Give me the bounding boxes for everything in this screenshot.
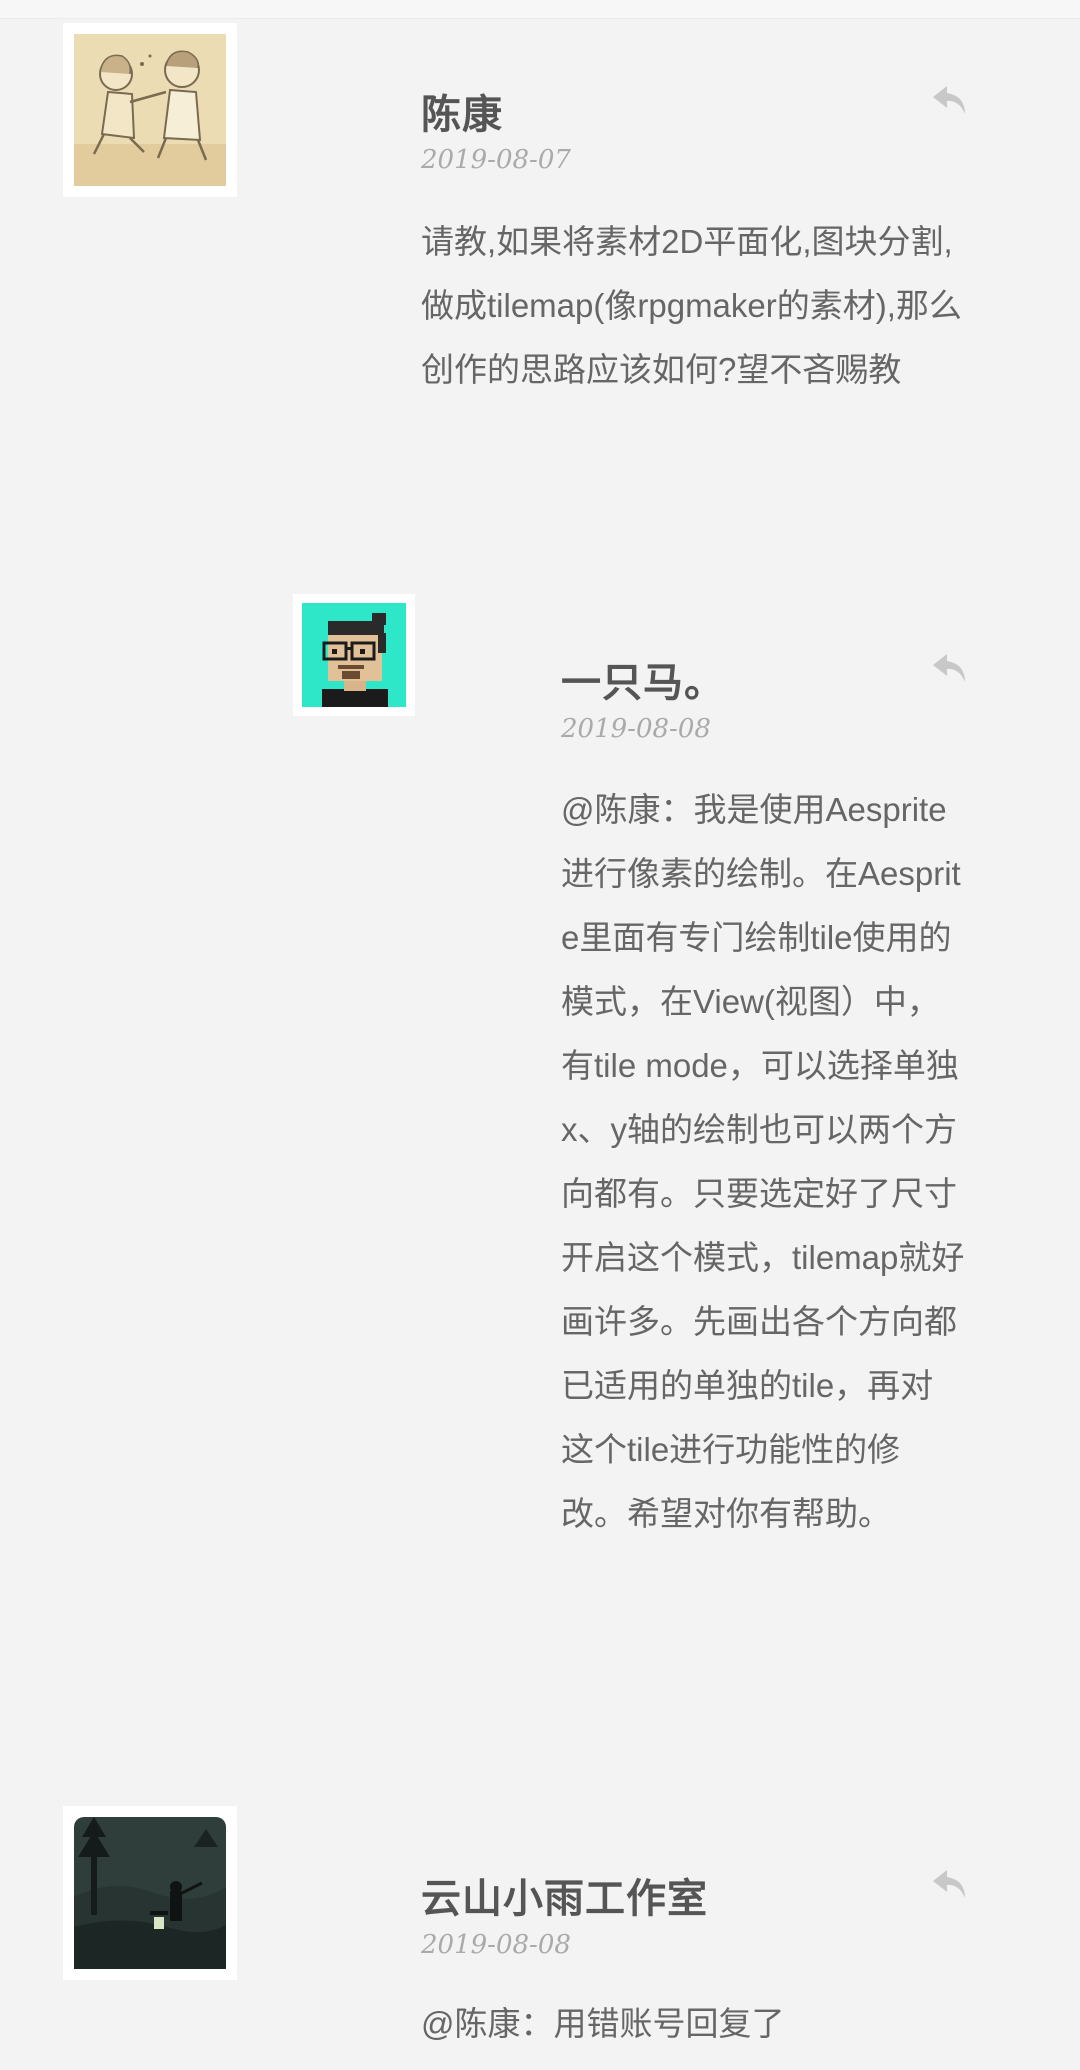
comment-item: 一只马。 2019-08-08 @陈康：我是使用Aesprite进行像素的绘制。… (0, 580, 1080, 1680)
sketch-couple-avatar (74, 34, 226, 186)
avatar[interactable] (293, 594, 415, 716)
pixel-man-avatar (302, 603, 406, 707)
comment-author: 一只马。 (561, 661, 725, 705)
reply-icon[interactable] (929, 650, 969, 686)
comment-item: 陈康 2019-08-07 请教,如果将素材2D平面化,图块分割,做成tilem… (0, 0, 1080, 500)
comment-author: 云山小雨工作室 (421, 1877, 708, 1921)
comment-date: 2019-08-08 (421, 1930, 571, 1960)
dark-forest-avatar (74, 1817, 226, 1969)
comment-date: 2019-08-08 (561, 714, 711, 744)
reply-icon[interactable] (929, 1866, 969, 1902)
comment-date: 2019-08-07 (421, 145, 571, 175)
avatar[interactable] (63, 1806, 237, 1980)
reply-icon[interactable] (929, 82, 969, 118)
comment-text: @陈康：我是使用Aesprite进行像素的绘制。在Aesprite里面有专门绘制… (561, 791, 965, 1532)
comment-text: @陈康：用错账号回复了 (421, 2005, 785, 2042)
avatar[interactable] (63, 23, 237, 197)
comment-text: 请教,如果将素材2D平面化,图块分割,做成tilemap(像rpgmaker的素… (421, 223, 962, 388)
comment-item: 云山小雨工作室 2019-08-08 @陈康：用错账号回复了 (0, 1790, 1080, 2070)
comment-author: 陈康 (421, 93, 503, 137)
